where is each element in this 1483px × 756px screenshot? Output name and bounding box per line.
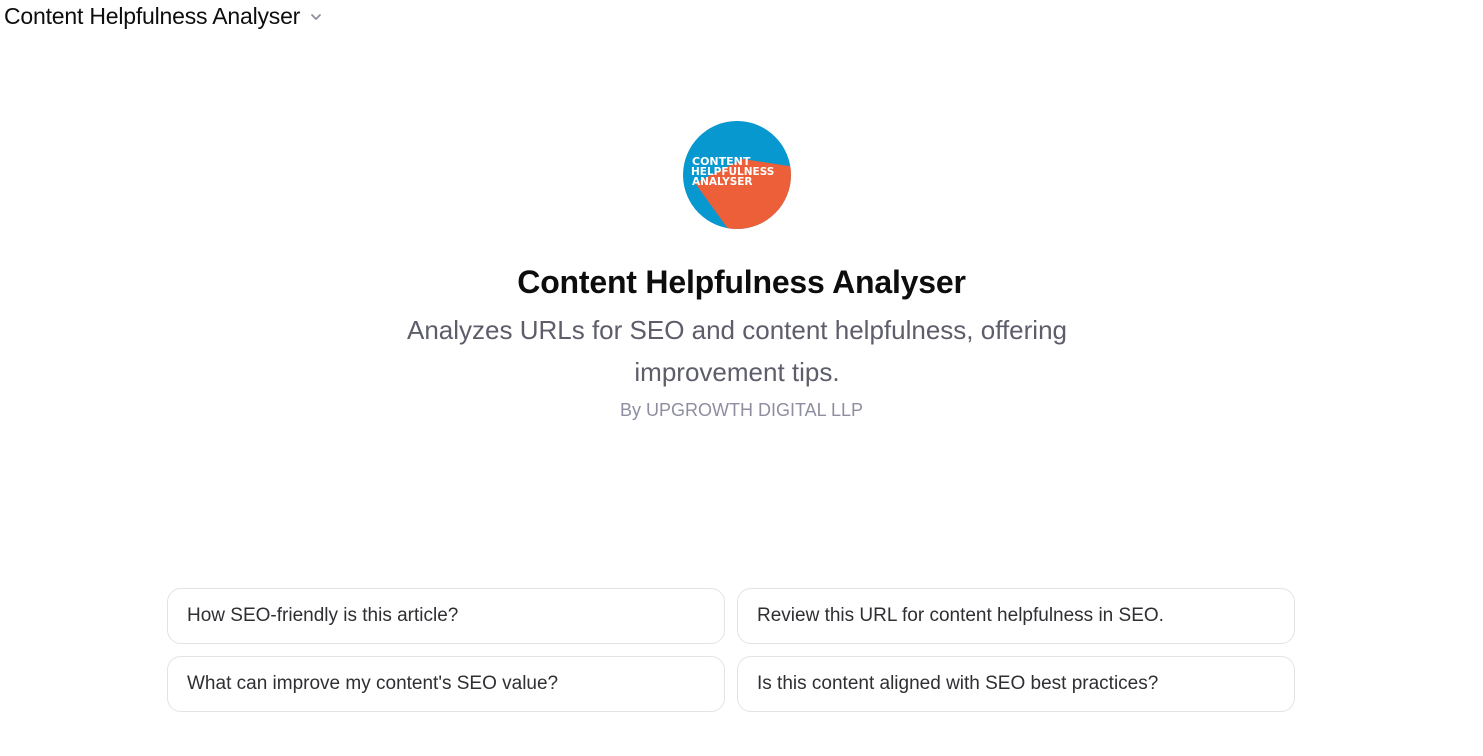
conversation-starters: How SEO-friendly is this article? Review… <box>167 588 1295 712</box>
gpt-logo: CONTENT HELPFULNESS ANALYSER <box>683 121 791 229</box>
gpt-author: By UPGROWTH DIGITAL LLP <box>619 400 864 420</box>
gpt-title: Content Helpfulness Analyser <box>517 264 966 300</box>
starter-prompt-button[interactable]: Review this URL for content helpfulness … <box>737 588 1295 644</box>
gpt-description: Analyzes URLs for SEO and content helpfu… <box>406 315 1067 387</box>
starter-prompt-button[interactable]: What can improve my content's SEO value? <box>167 656 725 712</box>
header-title: Content Helpfulness Analyser <box>4 2 301 29</box>
starter-prompt-button[interactable]: Is this content aligned with SEO best pr… <box>737 656 1295 712</box>
starter-prompt-button[interactable]: How SEO-friendly is this article? <box>167 588 725 644</box>
gpt-switcher-button[interactable]: Content Helpfulness Analyser <box>4 0 324 32</box>
svg-text:ANALYSER: ANALYSER <box>692 176 753 188</box>
gpt-start-page: Content Helpfulness Analyser CONTENT HEL… <box>0 0 1483 756</box>
chevron-down-icon <box>308 9 324 25</box>
